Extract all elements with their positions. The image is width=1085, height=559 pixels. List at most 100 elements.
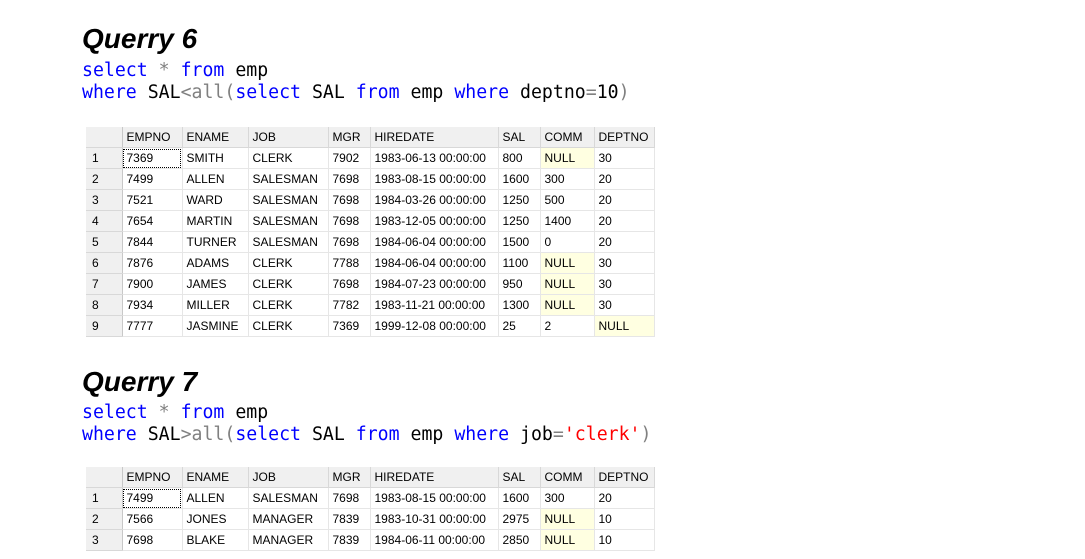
cell-sal[interactable]: 2975 [498, 508, 541, 530]
cell-empno[interactable]: 7566 [122, 508, 183, 530]
cell-hiredate[interactable]: 1984-06-04 00:00:00 [370, 231, 499, 253]
cell-deptno[interactable]: 30 [594, 147, 655, 169]
table-row[interactable]: 9 7777 JASMINE CLERK 7369 1999-12-08 00:00:00… [86, 315, 655, 337]
column-header-empno[interactable]: EMPNO [122, 127, 183, 148]
cell-mgr[interactable]: 7839 [328, 529, 371, 551]
cell-mgr[interactable]: 7902 [328, 147, 371, 169]
cell-empno[interactable]: 7777 [122, 315, 183, 337]
cell-sal[interactable]: 25 [498, 315, 541, 337]
cell-sal[interactable]: 1250 [498, 189, 541, 211]
cell-comm[interactable]: 2 [540, 315, 595, 337]
cell-job[interactable]: MANAGER [248, 508, 329, 530]
cell-ename[interactable]: TURNER [182, 231, 249, 253]
table-row[interactable]: 1 7499 ALLEN SALESMAN 7698 1983-08-15 00:00:0… [86, 487, 655, 509]
column-header-comm[interactable]: COMM [540, 127, 595, 148]
cell-mgr[interactable]: 7839 [328, 508, 371, 530]
cell-hiredate[interactable]: 1983-08-15 00:00:00 [370, 487, 499, 509]
column-header-mgr[interactable]: MGR [328, 127, 371, 148]
cell-empno[interactable]: 7654 [122, 210, 183, 232]
row-number[interactable]: 4 [86, 210, 123, 232]
cell-comm[interactable]: 0 [540, 231, 595, 253]
table-row[interactable]: 2 7499 ALLEN SALESMAN 7698 1983-08-15 00:00:0… [86, 168, 655, 190]
cell-mgr[interactable]: 7698 [328, 189, 371, 211]
cell-job[interactable]: SALESMAN [248, 189, 329, 211]
column-header-hiredate[interactable]: HIREDATE [370, 127, 499, 148]
cell-mgr[interactable]: 7698 [328, 168, 371, 190]
cell-hiredate[interactable]: 1983-12-05 00:00:00 [370, 210, 499, 232]
cell-job[interactable]: CLERK [248, 147, 329, 169]
cell-comm[interactable]: NULL [540, 273, 595, 295]
cell-comm[interactable]: 300 [540, 168, 595, 190]
column-header-hiredate[interactable]: HIREDATE [370, 467, 499, 488]
table-row[interactable]: 3 7698 BLAKE MANAGER 7839 1984-06-11 00:00:00… [86, 529, 655, 551]
grid-corner[interactable] [86, 127, 123, 148]
cell-job[interactable]: SALESMAN [248, 231, 329, 253]
cell-sal[interactable]: 1600 [498, 487, 541, 509]
cell-ename[interactable]: JAMES [182, 273, 249, 295]
cell-hiredate[interactable]: 1984-07-23 00:00:00 [370, 273, 499, 295]
cell-sal[interactable]: 800 [498, 147, 541, 169]
cell-deptno[interactable]: 20 [594, 168, 655, 190]
cell-empno[interactable]: 7900 [122, 273, 183, 295]
cell-comm[interactable]: 500 [540, 189, 595, 211]
cell-comm[interactable]: NULL [540, 252, 595, 274]
cell-empno[interactable]: 7698 [122, 529, 183, 551]
row-number[interactable]: 1 [86, 147, 123, 169]
cell-hiredate[interactable]: 1984-06-11 00:00:00 [370, 529, 499, 551]
cell-sal[interactable]: 2850 [498, 529, 541, 551]
column-header-sal[interactable]: SAL [498, 127, 541, 148]
cell-ename[interactable]: BLAKE [182, 529, 249, 551]
row-number[interactable]: 8 [86, 294, 123, 316]
results-grid-query-6[interactable]: EMPNO ENAME JOB MGR HIREDATE SAL COMM DEPTNO 1 73… [86, 127, 655, 337]
cell-empno[interactable]: 7521 [122, 189, 183, 211]
cell-ename[interactable]: ALLEN [182, 487, 249, 509]
cell-deptno[interactable]: 10 [594, 508, 655, 530]
cell-mgr[interactable]: 7782 [328, 294, 371, 316]
cell-sal[interactable]: 1300 [498, 294, 541, 316]
row-number[interactable]: 5 [86, 231, 123, 253]
cell-job[interactable]: CLERK [248, 252, 329, 274]
cell-hiredate[interactable]: 1983-06-13 00:00:00 [370, 147, 499, 169]
cell-deptno[interactable]: 20 [594, 487, 655, 509]
cell-mgr[interactable]: 7698 [328, 210, 371, 232]
column-header-job[interactable]: JOB [248, 467, 329, 488]
cell-comm[interactable]: NULL [540, 508, 595, 530]
cell-sal[interactable]: 950 [498, 273, 541, 295]
cell-empno[interactable]: 7876 [122, 252, 183, 274]
cell-comm[interactable]: 300 [540, 487, 595, 509]
cell-hiredate[interactable]: 1999-12-08 00:00:00 [370, 315, 499, 337]
cell-ename[interactable]: JONES [182, 508, 249, 530]
column-header-comm[interactable]: COMM [540, 467, 595, 488]
cell-mgr[interactable]: 7698 [328, 487, 371, 509]
cell-ename[interactable]: MARTIN [182, 210, 249, 232]
row-number[interactable]: 3 [86, 529, 123, 551]
cell-hiredate[interactable]: 1984-03-26 00:00:00 [370, 189, 499, 211]
cell-job[interactable]: CLERK [248, 273, 329, 295]
column-header-deptno[interactable]: DEPTNO [594, 127, 655, 148]
results-grid-query-7[interactable]: EMPNO ENAME JOB MGR HIREDATE SAL COMM DEPTNO 1 74… [86, 467, 655, 551]
cell-mgr[interactable]: 7788 [328, 252, 371, 274]
cell-hiredate[interactable]: 1983-10-31 00:00:00 [370, 508, 499, 530]
cell-job[interactable]: MANAGER [248, 529, 329, 551]
grid-corner[interactable] [86, 467, 123, 488]
row-number[interactable]: 6 [86, 252, 123, 274]
cell-sal[interactable]: 1100 [498, 252, 541, 274]
row-number[interactable]: 9 [86, 315, 123, 337]
cell-ename[interactable]: MILLER [182, 294, 249, 316]
cell-ename[interactable]: SMITH [182, 147, 249, 169]
cell-deptno[interactable]: 20 [594, 231, 655, 253]
cell-ename[interactable]: WARD [182, 189, 249, 211]
cell-sal[interactable]: 1600 [498, 168, 541, 190]
cell-sal[interactable]: 1500 [498, 231, 541, 253]
cell-deptno[interactable]: 30 [594, 273, 655, 295]
cell-comm[interactable]: NULL [540, 529, 595, 551]
row-number[interactable]: 3 [86, 189, 123, 211]
table-row[interactable]: 1 7369 SMITH CLERK 7902 1983-06-13 00:00:00 80… [86, 147, 655, 169]
cell-ename[interactable]: JASMINE [182, 315, 249, 337]
column-header-sal[interactable]: SAL [498, 467, 541, 488]
cell-job[interactable]: SALESMAN [248, 487, 329, 509]
row-number[interactable]: 7 [86, 273, 123, 295]
column-header-empno[interactable]: EMPNO [122, 467, 183, 488]
column-header-ename[interactable]: ENAME [182, 467, 249, 488]
cell-sal[interactable]: 1250 [498, 210, 541, 232]
